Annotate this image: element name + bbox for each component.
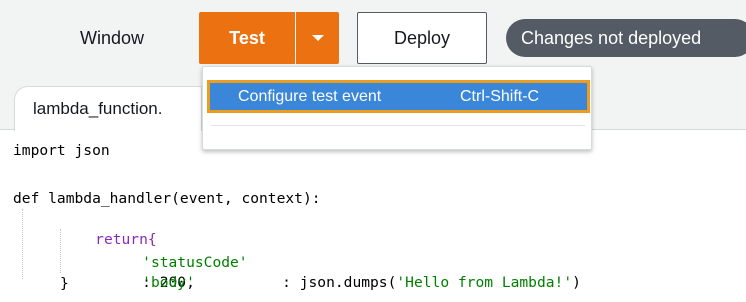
deploy-button[interactable]: Deploy (357, 12, 487, 64)
test-dropdown-toggle[interactable] (296, 12, 339, 64)
test-button-group: Test (199, 12, 339, 64)
code-line-3: def lambda_handler(event, context): (13, 190, 321, 207)
code-editor[interactable]: import json def lambda_handler(event, co… (0, 131, 746, 302)
code-line-4: return{ (60, 210, 157, 248)
code-line-6-value: : json.dumps('Hello from Lambda!') (247, 253, 581, 291)
caret-down-icon (311, 35, 324, 41)
indent-guide (22, 209, 23, 279)
code-line-1: import json (13, 142, 110, 159)
code-line-6: 'body' (107, 253, 195, 291)
code-line-7: } (60, 275, 69, 292)
code-token-body-key: 'body' (142, 274, 195, 291)
code-line-5: 'statusCode' : 200, (107, 233, 247, 291)
status-badge: Changes not deployed (506, 19, 746, 57)
menu-item-shortcut: Ctrl-Shift-C (460, 88, 540, 105)
code-token-hello-string: 'Hello from Lambda!' (396, 274, 573, 291)
test-button[interactable]: Test (199, 12, 295, 64)
menu-item-label: Configure test event (238, 88, 382, 105)
file-tab-lambda-function[interactable]: lambda_function. (14, 86, 202, 131)
test-dropdown-menu: Configure test event Ctrl-Shift-C (202, 66, 592, 150)
window-menu[interactable]: Window (42, 14, 182, 62)
code-token-close-paren: ) (572, 274, 581, 291)
code-token-json-dumps: : json.dumps( (282, 274, 397, 291)
menu-divider (211, 125, 585, 126)
indent-guide (60, 229, 61, 273)
menu-item-configure-test-event[interactable]: Configure test event Ctrl-Shift-C (207, 80, 590, 113)
